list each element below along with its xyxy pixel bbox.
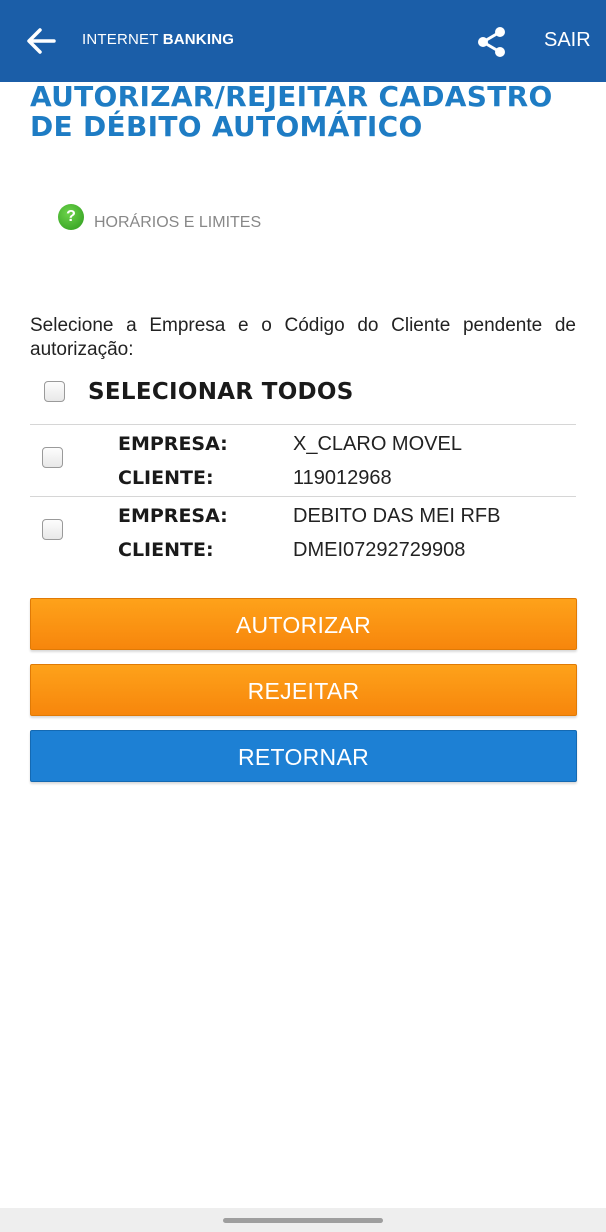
client-label: CLIENTE: [118,539,214,561]
system-navigation-bar [0,1208,606,1232]
select-all-row[interactable]: SELECIONAR TODOS [42,378,582,408]
client-label: CLIENTE: [118,467,214,489]
home-gesture-handle[interactable] [223,1218,383,1223]
instruction-text: Selecione a Empresa e o Código do Client… [30,315,576,360]
schedules-limits-link[interactable]: HORÁRIOS E LIMITES [94,214,261,232]
share-icon [478,27,505,57]
company-label: EMPRESA: [118,433,228,455]
brand-light-text: INTERNET [82,31,163,48]
client-value: DMEI07292729908 [293,539,466,561]
app-header: INTERNET BANKING SAIR [0,0,606,82]
select-all-label[interactable]: SELECIONAR TODOS [88,379,354,405]
select-all-checkbox[interactable] [44,381,65,402]
exit-button[interactable]: SAIR [544,29,591,52]
reject-button[interactable]: REJEITAR [30,664,577,716]
return-button[interactable]: RETORNAR [30,730,577,782]
item-checkbox[interactable] [42,519,63,540]
company-value: DEBITO DAS MEI RFB [293,505,501,527]
authorize-button[interactable]: AUTORIZAR [30,598,577,650]
item-checkbox[interactable] [42,447,63,468]
brand-logo: INTERNET BANKING [82,31,234,48]
company-label: EMPRESA: [118,505,228,527]
brand-bold-text: BANKING [162,31,235,48]
list-item[interactable]: EMPRESA: DEBITO DAS MEI RFB CLIENTE: DME… [30,496,576,568]
company-value: X_CLARO MOVEL [293,433,462,455]
share-button[interactable] [474,24,510,60]
help-icon[interactable]: ? [58,204,84,230]
arrow-left-icon [27,28,56,54]
client-value: 119012968 [293,467,392,489]
list-item[interactable]: EMPRESA: X_CLARO MOVEL CLIENTE: 11901296… [30,424,576,496]
back-button[interactable] [24,26,58,56]
page-title: AUTORIZAR/REJEITAR CADASTRO DE DÉBITO AU… [30,80,553,143]
